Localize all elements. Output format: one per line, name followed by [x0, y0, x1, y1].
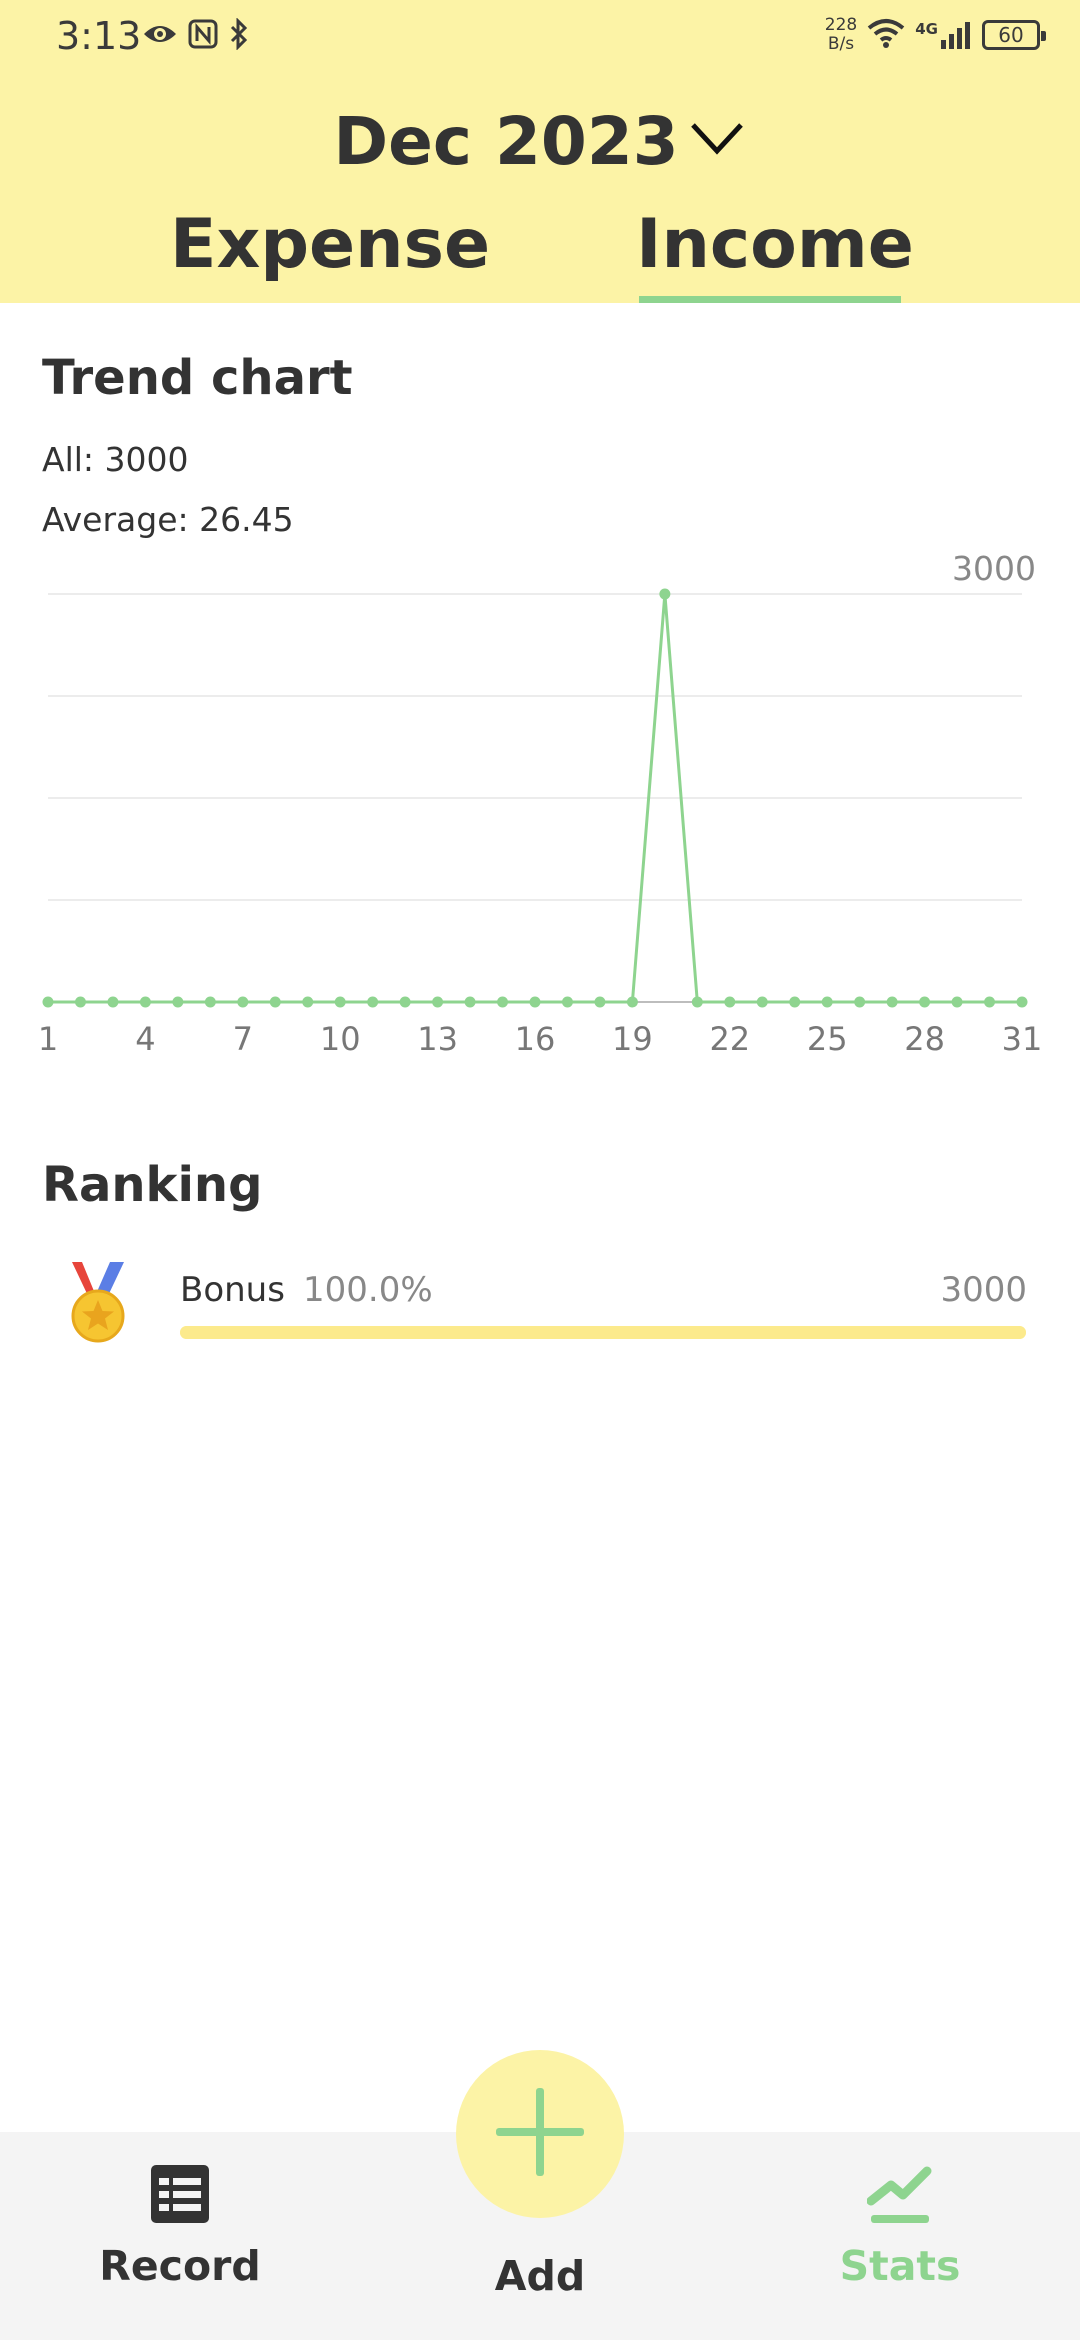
nav-add-label: Add [494, 2252, 586, 2300]
bluetooth-icon [228, 17, 250, 54]
x-tick-label: 13 [417, 1020, 458, 1058]
data-point [984, 996, 996, 1008]
tab-income[interactable]: Income [625, 205, 925, 303]
data-point [724, 996, 736, 1008]
data-point [204, 996, 216, 1008]
data-point [886, 996, 898, 1008]
trend-chart: 3000 1 4 7 10 13 16 19 22 25 28 31 [38, 549, 1043, 1058]
tab-expense[interactable]: Expense [170, 205, 490, 303]
signal-icon: 4G [915, 20, 972, 50]
data-point [1016, 996, 1028, 1008]
ranking-item-bar [180, 1326, 1026, 1339]
data-point [432, 996, 444, 1008]
nav-record-label: Record [99, 2242, 261, 2290]
plus-icon [492, 2084, 588, 2184]
data-point [951, 996, 963, 1008]
status-icons-right: 228 B/s 4G 60 [824, 15, 1046, 54]
ranking-title: Ranking [42, 1157, 263, 1213]
ranking-item-name: Bonus [180, 1270, 285, 1310]
nav-stats-label: Stats [839, 2242, 961, 2290]
data-point [561, 996, 573, 1008]
status-icons-left [142, 17, 250, 54]
data-point [497, 996, 509, 1008]
max-value-label: 3000 [952, 549, 1036, 588]
data-point [756, 996, 768, 1008]
data-point [139, 996, 151, 1008]
ranking-item-bar-fill [180, 1326, 1026, 1339]
data-point [237, 996, 249, 1008]
x-tick-label: 4 [135, 1020, 155, 1058]
ranking-item[interactable]: Bonus 100.0% 3000 [0, 1260, 1080, 1350]
x-tick-label: 7 [233, 1020, 253, 1058]
data-point [464, 996, 476, 1008]
nav-stats[interactable]: Stats [780, 2160, 1020, 2290]
data-point [172, 996, 184, 1008]
data-point [334, 996, 346, 1008]
data-point [626, 996, 638, 1008]
battery-icon: 60 [982, 20, 1046, 50]
x-tick-label: 1 [38, 1020, 58, 1058]
header: 3:13 228 B/s 4G 60 Dec 2023 Expense Inco… [0, 0, 1080, 303]
trend-chart-title: Trend chart [42, 350, 353, 406]
data-point [659, 588, 671, 600]
add-button[interactable] [456, 2050, 624, 2218]
gold-medal-icon [66, 1260, 130, 1348]
x-tick-label: 16 [515, 1020, 556, 1058]
network-speed: 228 B/s [824, 15, 858, 54]
status-time: 3:13 [56, 14, 142, 58]
month-picker[interactable]: Dec 2023 [0, 96, 1080, 186]
x-tick-label: 25 [807, 1020, 848, 1058]
wifi-icon [867, 18, 905, 52]
total-label: All: 3000 [42, 440, 189, 479]
x-tick-label: 22 [709, 1020, 750, 1058]
data-point [789, 996, 801, 1008]
month-label: Dec 2023 [333, 102, 679, 180]
chevron-down-icon [687, 117, 747, 165]
tab-active-underline [639, 296, 901, 303]
data-point [691, 996, 703, 1008]
data-point [107, 996, 119, 1008]
data-point [269, 996, 281, 1008]
x-tick-label: 31 [1002, 1020, 1043, 1058]
data-point [74, 996, 86, 1008]
list-icon [60, 2160, 300, 2228]
data-point [821, 996, 833, 1008]
data-point [919, 996, 931, 1008]
data-point [399, 996, 411, 1008]
data-point [529, 996, 541, 1008]
data-point [42, 996, 54, 1008]
status-bar: 3:13 228 B/s 4G 60 [0, 0, 1080, 75]
eye-icon [142, 21, 178, 51]
data-point [854, 996, 866, 1008]
data-point [594, 996, 606, 1008]
x-tick-label: 10 [320, 1020, 361, 1058]
x-tick-label: 19 [612, 1020, 653, 1058]
trend-up-icon [780, 2160, 1020, 2228]
data-point [302, 996, 314, 1008]
nfc-icon [188, 19, 218, 53]
data-point [367, 996, 379, 1008]
nav-record[interactable]: Record [60, 2160, 300, 2290]
ranking-item-value: 3000 [940, 1270, 1027, 1310]
x-tick-label: 28 [904, 1020, 945, 1058]
ranking-item-percent: 100.0% [303, 1270, 433, 1310]
average-label: Average: 26.45 [42, 500, 294, 539]
